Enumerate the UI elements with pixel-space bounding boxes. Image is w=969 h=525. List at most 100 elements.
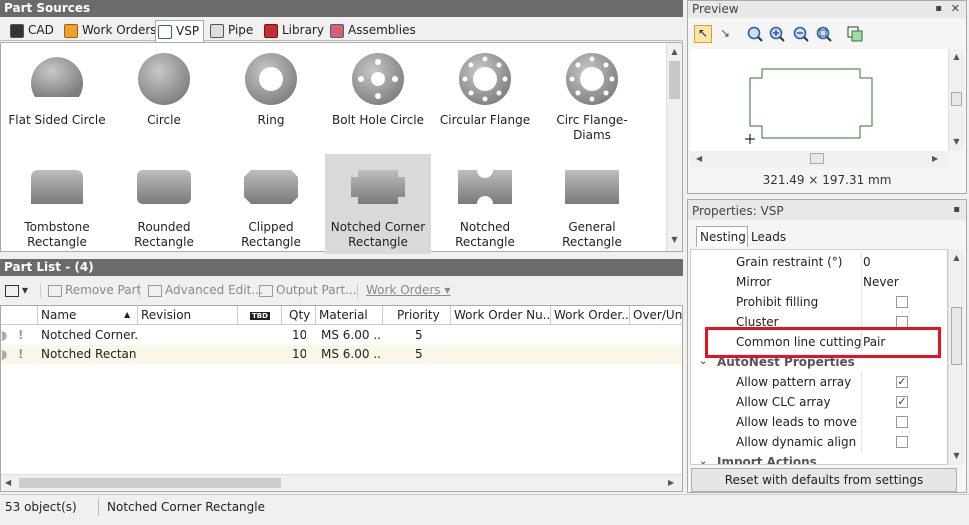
- warning-icon: !: [18, 347, 24, 361]
- output-part-icon: [259, 284, 273, 297]
- minimize-icon[interactable]: ▪: [953, 200, 960, 220]
- tab-vsp[interactable]: VSP: [155, 20, 205, 42]
- property-row-mirror[interactable]: Mirror Never: [691, 272, 947, 292]
- remove-part-button[interactable]: Remove Part: [48, 280, 141, 300]
- work-orders-icon: [64, 23, 78, 38]
- allow-pattern-array-checkbox[interactable]: ✓: [896, 376, 908, 388]
- tab-library[interactable]: Library: [262, 20, 328, 40]
- part-notched-rectangle[interactable]: Notched Rectangle: [432, 154, 538, 254]
- property-row-grain-restraint[interactable]: Grain restraint (°) 0: [691, 252, 947, 272]
- column-qty[interactable]: Qty: [282, 306, 316, 324]
- property-row-allow-clc-array[interactable]: Allow CLC array ✓: [691, 392, 947, 412]
- zoom-in-icon[interactable]: [768, 25, 786, 43]
- allow-leads-to-move-checkbox[interactable]: [896, 416, 908, 428]
- select-pointer-icon[interactable]: ↖: [694, 25, 712, 43]
- part-notched-corner-rectangle[interactable]: Notched Corner Rectangle: [325, 154, 431, 254]
- part-list-hscrollbar[interactable]: ◀ ▶: [1, 474, 682, 491]
- column-status[interactable]: [1, 306, 38, 324]
- column-work-order[interactable]: Work Order...: [551, 306, 630, 324]
- zoom-window-icon[interactable]: [746, 25, 764, 43]
- scroll-down-arrow-icon[interactable]: ▼: [949, 137, 964, 146]
- row-indicator-icon: ◑: [0, 347, 7, 361]
- general-rectangle-icon: [565, 170, 619, 204]
- part-rounded-rectangle[interactable]: Rounded Rectangle: [111, 154, 217, 254]
- property-row-allow-pattern-array[interactable]: Allow pattern array ✓: [691, 372, 947, 392]
- part-flat-sided-circle[interactable]: Flat Sided Circle: [4, 47, 110, 147]
- circular-flange-icon: [459, 53, 511, 105]
- column-revision[interactable]: Revision: [138, 306, 238, 324]
- scroll-right-arrow-icon[interactable]: ▶: [668, 478, 674, 487]
- column-tbd[interactable]: TBD: [238, 306, 282, 324]
- part-grid-scrollbar[interactable]: ▲ ▼: [666, 43, 682, 251]
- properties-scrollbar[interactable]: ▲ ▼: [948, 249, 964, 465]
- part-clipped-rectangle[interactable]: Clipped Rectangle: [218, 154, 324, 254]
- zoom-out-icon[interactable]: [792, 25, 810, 43]
- measure-icon[interactable]: ↘: [716, 25, 734, 43]
- part-circle[interactable]: Circle: [111, 47, 217, 147]
- circle-icon: [138, 53, 190, 105]
- tab-pipe[interactable]: Pipe: [208, 20, 257, 40]
- output-part-button[interactable]: Output Part...: [259, 280, 357, 300]
- allow-clc-array-checkbox[interactable]: ✓: [896, 396, 908, 408]
- scroll-thumb[interactable]: [951, 92, 962, 106]
- column-material[interactable]: Material: [316, 306, 383, 324]
- table-row[interactable]: ◑ ! Notched Corner... 10 MS 6.00 ... 5: [0, 326, 682, 345]
- fit-view-icon[interactable]: [846, 25, 864, 43]
- part-circular-flange[interactable]: Circular Flange: [432, 47, 538, 147]
- status-object-count: 53 object(s): [5, 500, 77, 514]
- part-list-table: Name ▲ Revision TBD Qty Material Priority…: [0, 305, 683, 492]
- sort-ascending-icon: ▲: [124, 310, 131, 319]
- property-row-allow-dynamic-align[interactable]: Allow dynamic align: [691, 432, 947, 452]
- tab-leads[interactable]: Leads: [751, 226, 786, 247]
- scroll-left-arrow-icon[interactable]: ◀: [696, 154, 702, 163]
- part-sources-tabs: CAD Work Orders VSP Pipe Library Assembl…: [0, 19, 683, 42]
- reset-defaults-button[interactable]: Reset with defaults from settings: [691, 468, 957, 492]
- library-icon: [264, 23, 278, 38]
- status-selection: Notched Corner Rectangle: [107, 500, 265, 514]
- column-name[interactable]: Name ▲: [38, 306, 138, 324]
- hscroll-thumb[interactable]: [810, 153, 824, 164]
- column-priority[interactable]: Priority: [383, 306, 451, 324]
- scroll-down-arrow-icon[interactable]: ▼: [667, 235, 682, 244]
- column-work-order-number[interactable]: Work Order Nu...: [451, 306, 551, 324]
- part-circ-flange-diams[interactable]: Circ Flange-Diams: [539, 47, 645, 147]
- part-general-rectangle[interactable]: General Rectangle: [539, 154, 645, 254]
- tab-work-orders[interactable]: Work Orders: [62, 20, 161, 40]
- property-row-allow-leads-to-move[interactable]: Allow leads to move: [691, 412, 947, 432]
- minimize-icon[interactable]: ▪: [935, 1, 942, 16]
- allow-dynamic-align-checkbox[interactable]: [896, 436, 908, 448]
- zoom-extents-icon[interactable]: [815, 25, 833, 43]
- advanced-edit-button[interactable]: Advanced Edit...: [148, 280, 263, 300]
- preview-canvas[interactable]: [690, 49, 948, 151]
- vsp-icon: [158, 24, 172, 39]
- section-import-actions[interactable]: ⌄ Import Actions: [691, 452, 947, 464]
- add-part-dropdown[interactable]: ▾: [5, 280, 28, 300]
- scroll-up-arrow-icon[interactable]: ▲: [949, 52, 964, 61]
- preview-hscrollbar[interactable]: ◀ ▶: [690, 151, 948, 167]
- part-list-title: Part List - (4): [4, 260, 94, 274]
- work-orders-dropdown[interactable]: Work Orders ▾: [366, 280, 450, 300]
- notched-corner-rectangle-outline-icon: [745, 68, 873, 144]
- part-ring[interactable]: Ring: [218, 47, 324, 147]
- tab-cad[interactable]: CAD: [8, 20, 58, 40]
- scroll-right-arrow-icon[interactable]: ▶: [932, 154, 938, 163]
- scroll-thumb[interactable]: [951, 307, 962, 365]
- cad-icon: [10, 23, 24, 38]
- tab-nesting[interactable]: Nesting: [696, 226, 748, 247]
- close-icon[interactable]: ✕: [951, 1, 960, 16]
- scroll-up-arrow-icon[interactable]: ▲: [667, 47, 682, 56]
- property-row-prohibit-filling[interactable]: Prohibit filling: [691, 292, 947, 312]
- prohibit-filling-checkbox[interactable]: [896, 296, 908, 308]
- hscroll-thumb[interactable]: [19, 478, 281, 488]
- table-row[interactable]: ◑ ! Notched Rectan... 10 MS 6.00 ... 5: [0, 345, 682, 364]
- scroll-thumb[interactable]: [669, 61, 680, 99]
- scroll-down-arrow-icon[interactable]: ▼: [949, 451, 964, 460]
- scroll-left-arrow-icon[interactable]: ◀: [5, 478, 11, 487]
- part-tombstone-rectangle[interactable]: Tombstone Rectangle: [4, 154, 110, 254]
- part-bolt-hole-circle[interactable]: Bolt Hole Circle: [325, 47, 431, 147]
- warning-icon: !: [18, 328, 24, 342]
- column-over-under[interactable]: Over/Und: [630, 306, 682, 324]
- preview-vscrollbar[interactable]: ▲ ▼: [948, 49, 964, 151]
- scroll-up-arrow-icon[interactable]: ▲: [949, 253, 964, 262]
- tab-assemblies[interactable]: Assemblies: [328, 20, 420, 40]
